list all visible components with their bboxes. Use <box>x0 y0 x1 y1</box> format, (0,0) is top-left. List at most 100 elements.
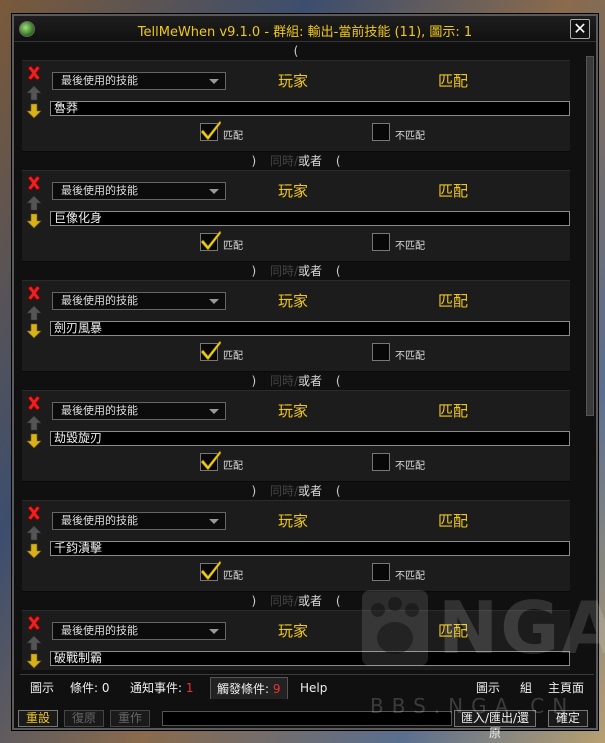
nomatch-label: 不匹配 <box>395 131 425 142</box>
or-toggle[interactable]: 或者 <box>298 154 322 168</box>
condition-type-value: 最後使用的技能 <box>61 404 138 417</box>
and-toggle[interactable]: 同時 <box>270 154 294 168</box>
tab-conditions[interactable]: 條件: 0 <box>64 677 116 699</box>
condition-type-dropdown[interactable]: 最後使用的技能 <box>52 72 226 90</box>
condition-card: 最後使用的技能 玩家 匹配 劍刃風暴 匹配 不匹配 <box>22 280 570 372</box>
move-down-icon[interactable] <box>26 433 42 449</box>
match-checkbox[interactable] <box>200 560 222 581</box>
spell-name-input[interactable]: 劍刃風暴 <box>50 321 570 336</box>
and-toggle[interactable]: 同時 <box>270 374 294 388</box>
move-down-icon[interactable] <box>26 213 42 229</box>
checkmark-icon <box>200 450 222 471</box>
nomatch-checkbox[interactable] <box>372 343 390 361</box>
and-toggle[interactable]: 同時 <box>270 264 294 278</box>
move-down-icon[interactable] <box>26 103 42 119</box>
delete-icon[interactable] <box>26 65 42 81</box>
condition-type-dropdown[interactable]: 最後使用的技能 <box>52 292 226 310</box>
or-toggle[interactable]: 或者 <box>298 484 322 498</box>
unit-label[interactable]: 玩家 <box>278 510 308 531</box>
unit-label[interactable]: 玩家 <box>278 620 308 641</box>
spell-name-input[interactable]: 巨像化身 <box>50 211 570 226</box>
unit-label[interactable]: 玩家 <box>278 70 308 91</box>
operator-label[interactable]: 匹配 <box>438 180 468 201</box>
ok-button[interactable]: 確定 <box>548 710 588 727</box>
lead-paren[interactable]: ( <box>294 44 299 58</box>
delete-icon[interactable] <box>26 505 42 521</box>
nomatch-checkbox[interactable] <box>372 453 390 471</box>
condition-type-dropdown[interactable]: 最後使用的技能 <box>52 182 226 200</box>
move-up-icon[interactable] <box>26 525 42 541</box>
match-checkbox[interactable] <box>200 450 222 471</box>
match-checkbox[interactable] <box>200 120 222 141</box>
nomatch-checkbox[interactable] <box>372 563 390 581</box>
move-up-icon[interactable] <box>26 195 42 211</box>
operator-label[interactable]: 匹配 <box>438 70 468 91</box>
tab-right-icon[interactable]: 圖示 <box>470 677 506 699</box>
title-bar[interactable]: TellMeWhen v9.1.0 - 群組: 輸出-當前技能 (11), 圖示… <box>14 16 596 42</box>
move-down-icon[interactable] <box>26 653 42 669</box>
close-paren[interactable]: ) <box>251 264 256 278</box>
condition-list: ( 最後使用的技能 玩家 匹配 魯莽 匹配 不匹配 ) 同時/或者 (最後使用… <box>22 42 570 670</box>
tab-notify-label: 通知事件: <box>130 681 186 695</box>
condition-type-value: 最後使用的技能 <box>61 184 138 197</box>
open-paren[interactable]: ( <box>336 264 341 278</box>
open-paren[interactable]: ( <box>336 374 341 388</box>
delete-icon[interactable] <box>26 285 42 301</box>
reset-button[interactable]: 重設 <box>18 710 58 727</box>
condition-type-dropdown[interactable]: 最後使用的技能 <box>52 512 226 530</box>
redo-button[interactable]: 重作 <box>110 710 150 727</box>
condition-type-dropdown[interactable]: 最後使用的技能 <box>52 402 226 420</box>
and-toggle[interactable]: 同時 <box>270 594 294 608</box>
open-paren[interactable]: ( <box>336 484 341 498</box>
connector-row: ) 同時/或者 ( <box>22 372 570 390</box>
move-up-icon[interactable] <box>26 415 42 431</box>
move-up-icon[interactable] <box>26 305 42 321</box>
move-up-icon[interactable] <box>26 85 42 101</box>
unit-label[interactable]: 玩家 <box>278 180 308 201</box>
import-export-button[interactable]: 匯入/匯出/還原 <box>454 710 536 740</box>
spell-name-input[interactable]: 魯莽 <box>50 101 570 116</box>
close-paren[interactable]: ) <box>251 154 256 168</box>
move-up-icon[interactable] <box>26 635 42 651</box>
restore-button[interactable]: 復原 <box>64 710 104 727</box>
checkmark-icon <box>200 120 222 141</box>
tab-help[interactable]: Help <box>294 677 333 699</box>
move-down-icon[interactable] <box>26 543 42 559</box>
condition-type-dropdown[interactable]: 最後使用的技能 <box>52 622 226 640</box>
close-paren[interactable]: ) <box>251 484 256 498</box>
open-paren[interactable]: ( <box>336 594 341 608</box>
or-toggle[interactable]: 或者 <box>298 374 322 388</box>
close-paren[interactable]: ) <box>251 374 256 388</box>
spell-name-input[interactable]: 劫毀旋刃 <box>50 431 570 446</box>
tab-notify[interactable]: 通知事件: 1 <box>124 677 200 699</box>
operator-label[interactable]: 匹配 <box>438 620 468 641</box>
or-toggle[interactable]: 或者 <box>298 264 322 278</box>
delete-icon[interactable] <box>26 175 42 191</box>
tab-right-group[interactable]: 組 <box>514 677 538 699</box>
operator-label[interactable]: 匹配 <box>438 290 468 311</box>
operator-label[interactable]: 匹配 <box>438 510 468 531</box>
tab-icon-label: 圖示 <box>30 681 55 695</box>
tab-trigger[interactable]: 觸發條件: 9 <box>210 677 288 699</box>
tab-right-main[interactable]: 主頁面 <box>542 677 590 699</box>
unit-label[interactable]: 玩家 <box>278 290 308 311</box>
delete-icon[interactable] <box>26 615 42 631</box>
move-down-icon[interactable] <box>26 323 42 339</box>
match-checkbox[interactable] <box>200 340 222 361</box>
delete-icon[interactable] <box>26 395 42 411</box>
close-paren[interactable]: ) <box>251 594 256 608</box>
spell-name-input[interactable]: 千鈞潰擊 <box>50 541 570 556</box>
open-paren[interactable]: ( <box>336 154 341 168</box>
or-toggle[interactable]: 或者 <box>298 594 322 608</box>
close-button[interactable]: ✕ <box>570 19 590 39</box>
spell-name-input[interactable]: 破戰制霸 <box>50 651 570 666</box>
list-scrollbar[interactable] <box>586 56 594 416</box>
tab-icon[interactable]: 圖示 <box>24 677 60 699</box>
unit-label[interactable]: 玩家 <box>278 400 308 421</box>
and-toggle[interactable]: 同時 <box>270 484 294 498</box>
nomatch-checkbox[interactable] <box>372 233 390 251</box>
match-checkbox[interactable] <box>200 230 222 251</box>
condition-card: 最後使用的技能 玩家 匹配 巨像化身 匹配 不匹配 <box>22 170 570 262</box>
operator-label[interactable]: 匹配 <box>438 400 468 421</box>
nomatch-checkbox[interactable] <box>372 123 390 141</box>
